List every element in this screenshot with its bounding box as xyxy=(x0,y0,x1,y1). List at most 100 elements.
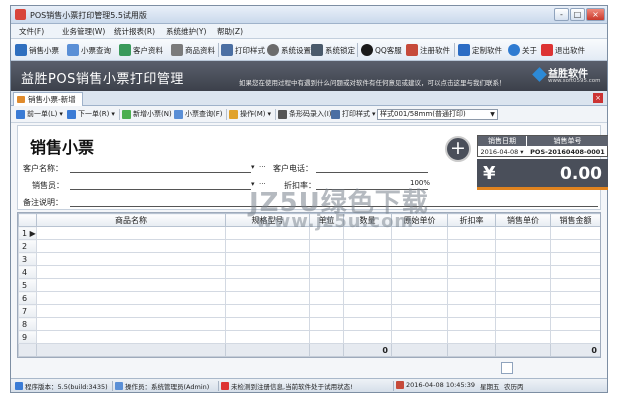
customer-phone-field[interactable] xyxy=(316,172,428,173)
toolbar-qq[interactable]: QQ客服 xyxy=(361,42,402,58)
toolbar-products[interactable]: 商品资料 xyxy=(171,42,215,58)
maximize-button[interactable]: □ xyxy=(570,8,585,21)
grid-cell[interactable] xyxy=(36,304,226,318)
grid-cell[interactable] xyxy=(36,330,226,344)
grid-cell[interactable] xyxy=(447,265,496,279)
toolbar-settings[interactable]: 系统设置 xyxy=(267,42,311,58)
grid-cell[interactable] xyxy=(550,317,600,331)
grid-cell[interactable] xyxy=(495,304,551,318)
customer-name-field[interactable] xyxy=(70,172,251,173)
add-item-button[interactable]: + xyxy=(445,136,471,162)
grid-cell[interactable] xyxy=(550,330,600,344)
toolbar-exit[interactable]: 退出软件 xyxy=(541,42,585,58)
tab-sales-receipt-new[interactable]: 销售小票-新增 xyxy=(13,92,83,106)
toolbar-register[interactable]: 注册软件 xyxy=(406,42,450,58)
grid-cell[interactable] xyxy=(447,304,496,318)
grid-cell[interactable] xyxy=(447,330,496,344)
toolbar-receipt-query[interactable]: 小票查询 xyxy=(67,42,111,58)
grid-cell[interactable] xyxy=(309,278,344,292)
grid-cell[interactable] xyxy=(343,291,392,305)
grid-cell[interactable] xyxy=(225,291,310,305)
operate-menu-button[interactable]: 操作(M) ▾ xyxy=(229,109,271,119)
grid-cell[interactable] xyxy=(495,226,551,240)
toolbar-lock[interactable]: 系统锁定 xyxy=(311,42,355,58)
grid-cell[interactable] xyxy=(550,252,600,266)
grid-cell[interactable] xyxy=(36,291,226,305)
toolbar-custom[interactable]: 定制软件 xyxy=(458,42,502,58)
new-receipt-button[interactable]: 新增小票(N) xyxy=(122,109,172,119)
grid-cell[interactable] xyxy=(309,304,344,318)
grid-cell[interactable] xyxy=(225,304,310,318)
grid-cell[interactable] xyxy=(36,252,226,266)
tab-close-icon[interactable]: × xyxy=(593,93,603,103)
grid-cell[interactable] xyxy=(447,252,496,266)
toolbar-customers[interactable]: 客户资料 xyxy=(119,42,163,58)
grid-cell[interactable] xyxy=(495,252,551,266)
col-header-sale-price[interactable]: 销售单价 xyxy=(495,213,551,227)
grid-cell[interactable] xyxy=(36,265,226,279)
grid-cell[interactable] xyxy=(391,317,448,331)
grid-cell[interactable] xyxy=(550,291,600,305)
col-header-amount[interactable]: 销售金额 xyxy=(550,213,600,227)
grid-cell[interactable] xyxy=(495,317,551,331)
grid-cell[interactable] xyxy=(36,239,226,253)
customer-browse-button[interactable]: ··· xyxy=(259,163,266,171)
toolbar-print-style[interactable]: 打印样式 xyxy=(221,42,265,58)
grid-cell[interactable] xyxy=(225,278,310,292)
grid-cell[interactable] xyxy=(391,291,448,305)
table-row[interactable]: 8 xyxy=(18,317,600,331)
grid-cell[interactable] xyxy=(495,239,551,253)
grid-cell[interactable] xyxy=(36,278,226,292)
grid-cell[interactable] xyxy=(447,239,496,253)
table-row[interactable]: 3 xyxy=(18,252,600,266)
grid-cell[interactable] xyxy=(391,239,448,253)
grid-cell[interactable] xyxy=(495,330,551,344)
grid-cell[interactable] xyxy=(343,278,392,292)
col-header-product-name[interactable]: 商品名称 xyxy=(36,213,226,227)
sale-date-picker[interactable]: 2016-04-08 ▾ xyxy=(478,147,526,157)
toolbar-about[interactable]: 关于 xyxy=(508,42,537,58)
grid-cell[interactable] xyxy=(309,330,344,344)
grid-cell[interactable] xyxy=(550,265,600,279)
grid-cell[interactable] xyxy=(391,278,448,292)
table-row[interactable]: 2 xyxy=(18,239,600,253)
salesperson-field[interactable] xyxy=(70,189,251,190)
grid-cell[interactable] xyxy=(447,278,496,292)
grid-cell[interactable] xyxy=(309,252,344,266)
grid-cell[interactable] xyxy=(550,304,600,318)
table-row[interactable]: 9 xyxy=(18,330,600,344)
grid-cell[interactable] xyxy=(343,252,392,266)
receipt-query-button[interactable]: 小票查询(F) xyxy=(174,109,223,119)
title-bar[interactable]: POS销售小票打印管理5.5试用版 - □ × xyxy=(11,6,607,24)
grid-cell[interactable] xyxy=(225,330,310,344)
col-header-discount[interactable]: 折扣率 xyxy=(447,213,496,227)
grid-cell[interactable] xyxy=(225,317,310,331)
grid-cell[interactable] xyxy=(309,265,344,279)
menu-reports[interactable]: 统计报表(R) xyxy=(114,26,155,37)
print-style-button[interactable]: 打印样式 ▾ xyxy=(331,109,376,119)
grid-cell[interactable] xyxy=(550,278,600,292)
grid-cell[interactable] xyxy=(391,304,448,318)
table-row[interactable]: 4 xyxy=(18,265,600,279)
grid-cell[interactable] xyxy=(225,252,310,266)
table-row[interactable]: 6 xyxy=(18,291,600,305)
grid-cell[interactable] xyxy=(495,291,551,305)
grid-cell[interactable] xyxy=(36,317,226,331)
grid-cell[interactable] xyxy=(309,291,344,305)
grid-cell[interactable] xyxy=(225,265,310,279)
grid-cell[interactable] xyxy=(550,226,600,240)
menu-business[interactable]: 业务管理(W) xyxy=(62,26,105,37)
grid-cell[interactable] xyxy=(343,330,392,344)
toolbar-sales-receipt[interactable]: 销售小票 xyxy=(15,42,59,58)
grid-cell[interactable] xyxy=(309,239,344,253)
grid-cell[interactable] xyxy=(343,239,392,253)
menu-help[interactable]: 帮助(Z) xyxy=(217,26,243,37)
table-row[interactable]: 7 xyxy=(18,304,600,318)
menu-maintenance[interactable]: 系统维护(Y) xyxy=(166,26,206,37)
barcode-entry-button[interactable]: 条形码录入(I) xyxy=(278,109,332,119)
grid-cell[interactable] xyxy=(447,226,496,240)
next-receipt-button[interactable]: 下一单(R) ▾ xyxy=(67,109,115,119)
minimize-button[interactable]: - xyxy=(554,8,569,21)
grid-cell[interactable] xyxy=(391,265,448,279)
table-row[interactable]: 5 xyxy=(18,278,600,292)
